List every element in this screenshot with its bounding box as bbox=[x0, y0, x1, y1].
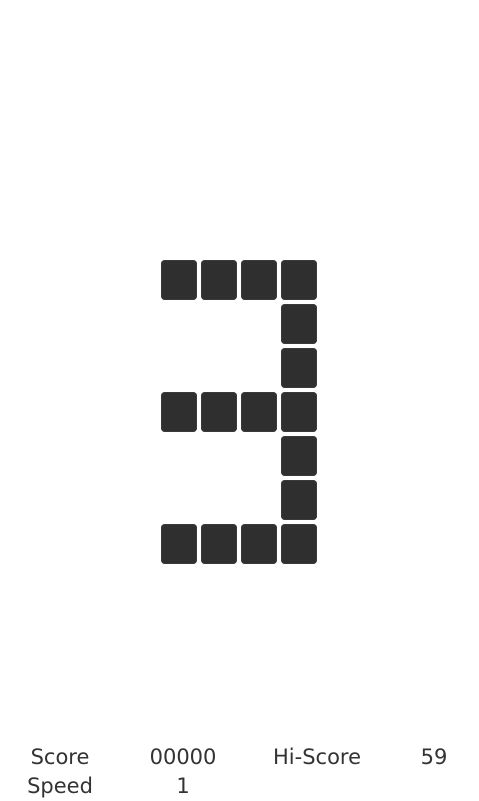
hiscore-value: 59 bbox=[420, 745, 448, 769]
speed-label: Speed bbox=[27, 774, 93, 798]
game-board[interactable] bbox=[0, 0, 479, 730]
digit-block bbox=[161, 260, 197, 300]
digit-block bbox=[161, 524, 197, 564]
digit-block bbox=[161, 392, 197, 432]
stats-panel: Score 00000 Hi-Score 59 Speed 1 bbox=[0, 740, 479, 800]
digit-block bbox=[241, 392, 277, 432]
score-value: 00000 bbox=[149, 745, 217, 769]
digit-block bbox=[281, 348, 317, 388]
digit-block bbox=[281, 480, 317, 520]
digit-block bbox=[201, 260, 237, 300]
score-label: Score bbox=[30, 745, 90, 769]
digit-block bbox=[281, 260, 317, 300]
digit-block bbox=[281, 392, 317, 432]
digit-block bbox=[281, 436, 317, 476]
digit-block bbox=[281, 524, 317, 564]
hiscore-label: Hi-Score bbox=[272, 745, 362, 769]
digit-block bbox=[201, 392, 237, 432]
digit-block bbox=[281, 304, 317, 344]
digit-block bbox=[201, 524, 237, 564]
speed-value: 1 bbox=[176, 774, 190, 798]
digit-block bbox=[241, 524, 277, 564]
digit-block bbox=[241, 260, 277, 300]
